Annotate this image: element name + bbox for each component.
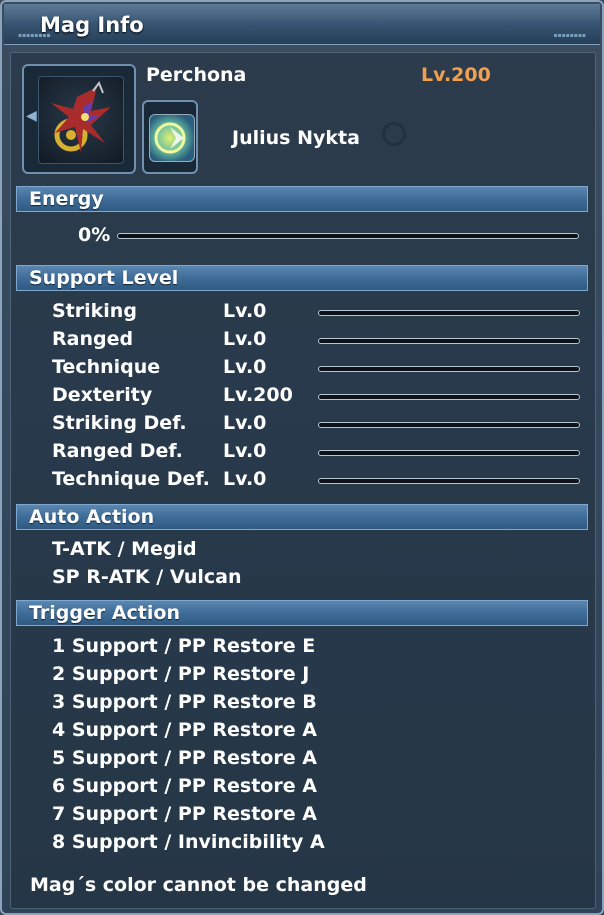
- stat-name: Ranged Def.: [52, 440, 183, 462]
- trigger-action-header-label: Trigger Action: [29, 602, 180, 624]
- stat-level: Lv.0: [223, 356, 267, 378]
- stat-name: Striking: [52, 300, 137, 322]
- title-decoration-right: ▪▪▪▪▪▪▪▪: [553, 32, 586, 39]
- energy-bar: [117, 233, 579, 239]
- trigger-action-item: 7 Support / PP Restore A: [52, 803, 317, 825]
- stat-bar: [318, 366, 580, 372]
- owner-badge-icon: [149, 114, 195, 162]
- stat-row-ranged-def: Ranged Def. Lv.0: [0, 440, 600, 468]
- stat-bar: [318, 310, 580, 316]
- support-level-header: Support Level: [16, 265, 588, 291]
- stat-name: Dexterity: [52, 384, 153, 406]
- title-bar[interactable]: Mag Info ▪▪▪▪▪▪▪▪ ▪▪▪▪▪▪▪▪: [4, 4, 600, 45]
- stat-level: Lv.0: [223, 328, 267, 350]
- energy-value: 0%: [78, 224, 111, 246]
- stat-bar: [318, 450, 580, 456]
- trigger-action-item: 1 Support / PP Restore E: [52, 635, 316, 657]
- trigger-action-item: 2 Support / PP Restore J: [52, 663, 310, 685]
- title-decoration-left: ▪▪▪▪▪▪▪▪: [18, 32, 51, 39]
- trigger-action-item: 3 Support / PP Restore B: [52, 691, 317, 713]
- stat-row-technique-def: Technique Def. Lv.0: [0, 468, 600, 496]
- stat-bar: [318, 338, 580, 344]
- mag-level: Lv.200: [421, 64, 491, 86]
- window-title: Mag Info: [40, 13, 144, 37]
- stat-row-technique: Technique Lv.0: [0, 356, 600, 384]
- stat-level: Lv.0: [223, 412, 267, 434]
- stat-bar: [318, 394, 580, 400]
- stat-row-striking: Striking Lv.0: [0, 300, 600, 328]
- stat-bar: [318, 422, 580, 428]
- owner-name: Julius Nykta: [232, 127, 360, 149]
- stat-name: Technique: [52, 356, 161, 378]
- arrow-left-icon: ◀: [26, 108, 37, 124]
- trigger-action-item: 6 Support / PP Restore A: [52, 775, 317, 797]
- mag-name: Perchona: [146, 64, 247, 86]
- auto-action-item: SP R-ATK / Vulcan: [52, 566, 242, 588]
- mag-portrait[interactable]: ◀: [22, 64, 136, 174]
- stat-name: Technique Def.: [52, 468, 210, 490]
- stat-level: Lv.200: [223, 384, 293, 406]
- energy-header: Energy: [16, 186, 588, 212]
- energy-header-label: Energy: [29, 188, 104, 210]
- auto-action-item: T-ATK / Megid: [52, 538, 197, 560]
- color-change-notice: Mag´s color cannot be changed: [30, 874, 367, 896]
- auto-action-header: Auto Action: [16, 504, 588, 530]
- auto-action-header-label: Auto Action: [29, 506, 155, 528]
- stat-bar: [318, 478, 580, 484]
- stat-row-ranged: Ranged Lv.0: [0, 328, 600, 356]
- trigger-action-header: Trigger Action: [16, 600, 588, 626]
- stat-name: Ranged: [52, 328, 134, 350]
- decorative-ring-icon: [382, 122, 406, 146]
- stat-level: Lv.0: [223, 468, 267, 490]
- owner-badge[interactable]: [142, 100, 198, 174]
- trigger-action-item: 5 Support / PP Restore A: [52, 747, 317, 769]
- mag-portrait-icon: [38, 76, 124, 164]
- stat-name: Striking Def.: [52, 412, 187, 434]
- trigger-action-item: 4 Support / PP Restore A: [52, 719, 317, 741]
- stat-level: Lv.0: [223, 440, 267, 462]
- stat-row-striking-def: Striking Def. Lv.0: [0, 412, 600, 440]
- support-level-header-label: Support Level: [29, 267, 179, 289]
- stat-level: Lv.0: [223, 300, 267, 322]
- trigger-action-item: 8 Support / Invincibility A: [52, 831, 325, 853]
- stat-row-dexterity: Dexterity Lv.200: [0, 384, 600, 412]
